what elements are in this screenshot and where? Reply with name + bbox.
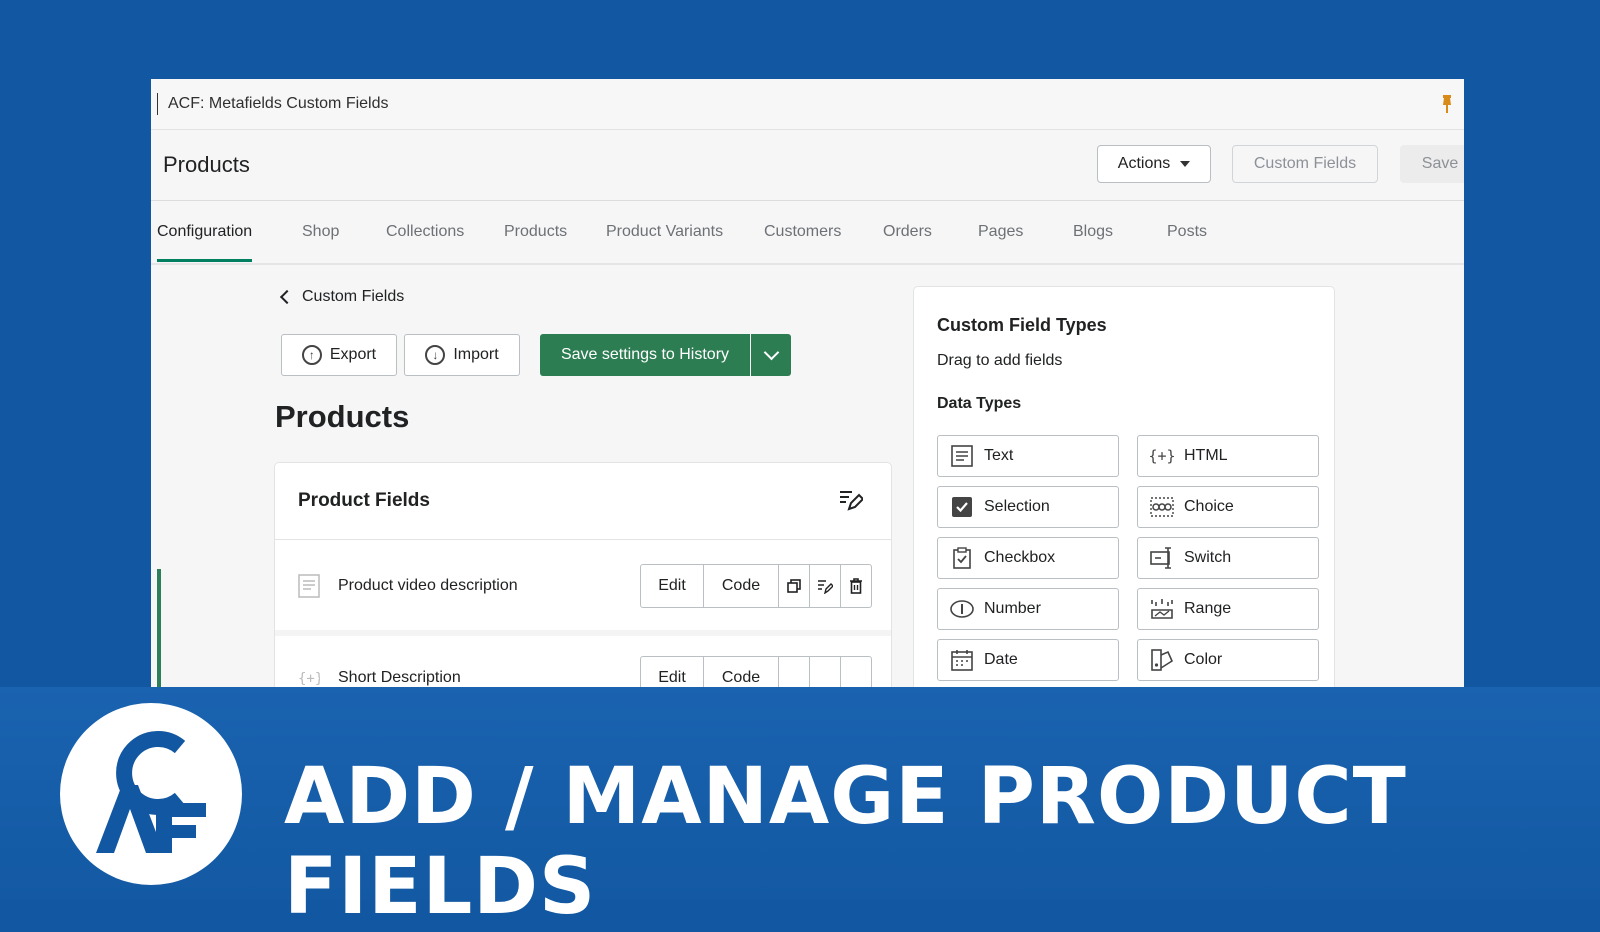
field-type-date[interactable]: Date xyxy=(937,639,1119,681)
field-label: Short Description xyxy=(338,669,461,686)
duplicate-icon[interactable] xyxy=(779,657,810,687)
app-title: ACF: Metafields Custom Fields xyxy=(168,95,389,112)
app-window: ACF: Metafields Custom Fields Products A… xyxy=(151,79,1464,687)
field-type-label: Range xyxy=(1184,600,1232,617)
banner-headline: ADD / MANAGE PRODUCT FIELDS xyxy=(284,752,1407,932)
field-type-html[interactable]: {+} HTML xyxy=(1137,435,1319,477)
svg-text:{+}: {+} xyxy=(298,671,320,687)
title-divider xyxy=(157,93,158,115)
panel-title: Custom Field Types xyxy=(937,315,1107,335)
tab-orders[interactable]: Orders xyxy=(883,201,932,261)
title-bar: ACF: Metafields Custom Fields xyxy=(151,79,1464,130)
save-history-button[interactable]: Save settings to History xyxy=(540,334,750,376)
date-icon xyxy=(950,648,974,672)
switch-icon xyxy=(1150,546,1174,570)
section-title: Products xyxy=(275,399,410,434)
card-title: Product Fields xyxy=(298,490,430,511)
data-types-heading: Data Types xyxy=(937,395,1022,412)
delete-icon[interactable] xyxy=(841,565,871,607)
field-type-choice[interactable]: Choice xyxy=(1137,486,1319,528)
field-actions: Edit Code xyxy=(640,656,872,687)
custom-fields-button[interactable]: Custom Fields xyxy=(1232,145,1378,183)
range-icon xyxy=(1150,597,1174,621)
reorder-icon[interactable] xyxy=(810,565,841,607)
pin-icon[interactable] xyxy=(1440,95,1454,113)
field-row[interactable]: Product video description Edit Code xyxy=(275,540,891,636)
back-link[interactable]: Custom Fields xyxy=(279,288,405,306)
field-type-switch[interactable]: Switch xyxy=(1137,537,1319,579)
checkbox-icon xyxy=(950,546,974,570)
color-icon xyxy=(1150,648,1174,672)
field-type-label: Text xyxy=(984,447,1014,464)
field-type-number[interactable]: Number xyxy=(937,588,1119,630)
field-type-range[interactable]: Range xyxy=(1137,588,1319,630)
download-icon: ↓ xyxy=(425,345,446,365)
save-button[interactable]: Save xyxy=(1400,145,1464,183)
caret-down-icon xyxy=(1180,161,1191,167)
delete-icon[interactable] xyxy=(841,657,871,687)
field-type-checkbox[interactable]: Checkbox xyxy=(937,537,1119,579)
actions-label: Actions xyxy=(1117,155,1171,172)
save-history-dropdown[interactable] xyxy=(751,334,791,376)
field-label: Product video description xyxy=(338,577,518,594)
tab-bar: Configuration Shop Collections Products … xyxy=(151,201,1464,265)
reorder-icon[interactable] xyxy=(837,487,863,513)
acf-logo xyxy=(60,703,242,885)
page-title: Products xyxy=(163,152,250,177)
text-icon xyxy=(950,444,974,468)
product-fields-card: Product Fields Product video description… xyxy=(275,463,891,687)
tab-customers[interactable]: Customers xyxy=(764,201,841,261)
field-actions: Edit Code xyxy=(640,564,872,608)
field-type-label: Selection xyxy=(984,498,1050,515)
html-icon: {+} xyxy=(1148,447,1176,465)
field-types-panel: Custom Field Types Drag to add fields Da… xyxy=(914,287,1334,687)
export-label: Export xyxy=(329,346,377,363)
number-icon xyxy=(950,597,974,621)
left-accent-bar xyxy=(157,569,161,687)
tab-product-variants[interactable]: Product Variants xyxy=(606,201,723,261)
field-type-label: Date xyxy=(984,651,1018,668)
field-type-label: Checkbox xyxy=(984,549,1056,566)
tab-collections[interactable]: Collections xyxy=(386,201,464,261)
tab-products[interactable]: Products xyxy=(504,201,567,261)
page-header: Products Actions Custom Fields Save xyxy=(151,130,1464,201)
edit-button[interactable]: Edit xyxy=(641,657,704,687)
choice-icon xyxy=(1150,495,1174,519)
back-label: Custom Fields xyxy=(302,288,405,305)
actions-button[interactable]: Actions xyxy=(1097,145,1211,183)
field-type-label: HTML xyxy=(1184,447,1228,464)
duplicate-icon[interactable] xyxy=(779,565,810,607)
field-type-label: Choice xyxy=(1184,498,1234,515)
field-type-label: Number xyxy=(984,600,1041,617)
field-type-color[interactable]: Color xyxy=(1137,639,1319,681)
export-button[interactable]: ↑ Export xyxy=(281,334,397,376)
field-type-label: Switch xyxy=(1184,549,1232,566)
card-header: Product Fields xyxy=(275,463,891,540)
tab-pages[interactable]: Pages xyxy=(978,201,1023,261)
field-type-selection[interactable]: Selection xyxy=(937,486,1119,528)
edit-button[interactable]: Edit xyxy=(641,565,704,607)
chevron-down-icon xyxy=(763,344,779,361)
tab-shop[interactable]: Shop xyxy=(302,201,339,261)
tab-posts[interactable]: Posts xyxy=(1167,201,1207,261)
code-button[interactable]: Code xyxy=(704,565,779,607)
tab-blogs[interactable]: Blogs xyxy=(1073,201,1113,261)
chevron-left-icon xyxy=(279,289,295,305)
text-field-icon xyxy=(298,574,320,598)
acf-logo-mark xyxy=(96,731,206,853)
field-row[interactable]: {+} Short Description Edit Code xyxy=(275,636,891,687)
import-button[interactable]: ↓ Import xyxy=(404,334,520,376)
field-type-text[interactable]: Text xyxy=(937,435,1119,477)
panel-subtitle: Drag to add fields xyxy=(937,352,1063,369)
field-type-label: Color xyxy=(1184,651,1223,668)
import-label: Import xyxy=(453,346,499,363)
selection-icon xyxy=(950,495,974,519)
html-field-icon: {+} xyxy=(298,671,320,687)
tab-configuration[interactable]: Configuration xyxy=(157,201,253,262)
code-button[interactable]: Code xyxy=(704,657,779,687)
upload-icon: ↑ xyxy=(301,345,322,365)
reorder-icon[interactable] xyxy=(810,657,841,687)
